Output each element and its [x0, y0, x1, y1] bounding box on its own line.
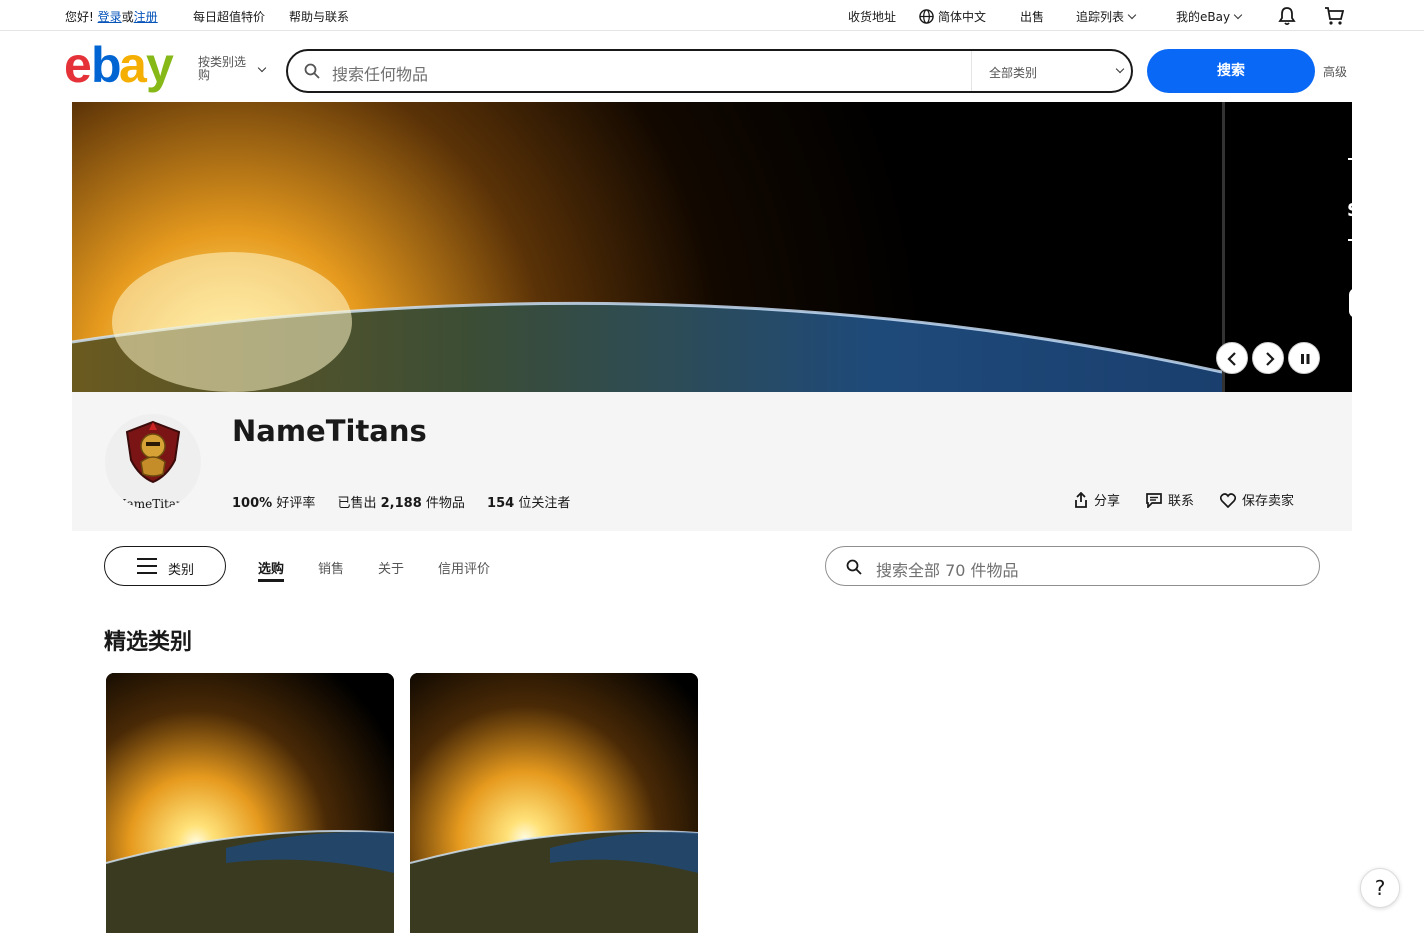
- feedback-label: 好评率: [276, 496, 316, 511]
- sell-link[interactable]: 出售: [1020, 8, 1044, 25]
- store-search-input[interactable]: 搜索全部 70 件物品: [876, 557, 1019, 581]
- svg-text:y: y: [146, 42, 174, 93]
- daily-deals-link[interactable]: 每日超值特价: [193, 8, 265, 25]
- ship-to-link[interactable]: 收货地址: [848, 8, 896, 25]
- carousel-pause-button[interactable]: [1288, 342, 1320, 374]
- category-select[interactable]: 全部类别: [971, 51, 1131, 91]
- share-label: 分享: [1094, 494, 1121, 509]
- menu-icon: [137, 558, 157, 574]
- shop-by-category-button[interactable]: 按类别选购: [198, 56, 254, 82]
- featured-category-card[interactable]: [106, 673, 394, 933]
- slide-letter: S: [1347, 200, 1352, 221]
- message-icon: [1146, 493, 1162, 510]
- followers-value: 154: [487, 496, 515, 511]
- store-info-panel: NameTitans NameTitans 100% 好评率 已售出 2,188…: [72, 392, 1352, 531]
- contact-label: 联系: [1168, 494, 1195, 509]
- svg-text:a: a: [119, 42, 148, 93]
- category-select-label: 全部类别: [989, 66, 1038, 80]
- store-avatar: NameTitans: [105, 414, 201, 510]
- svg-text:e: e: [64, 42, 91, 93]
- carousel-prev-button[interactable]: [1216, 342, 1248, 374]
- chevron-down-icon: [1233, 10, 1243, 20]
- main-search-bar[interactable]: 搜索任何物品 全部类别: [286, 49, 1133, 93]
- feedback-value: 100%: [232, 496, 273, 511]
- featured-category-card[interactable]: [410, 673, 698, 933]
- slide-bar: [1348, 158, 1352, 160]
- cart-icon[interactable]: [1324, 6, 1344, 26]
- pause-icon: [1301, 354, 1310, 364]
- language-selector[interactable]: 简体中文: [919, 8, 986, 25]
- followers-label: 位关注者: [518, 496, 571, 511]
- top-utility-bar: 您好! 登录或注册 每日超值特价 帮助与联系 收货地址 简体中文 出售 追踪列表…: [0, 0, 1424, 31]
- store-banner-carousel: S: [72, 102, 1352, 392]
- sold-value: 2,188: [380, 496, 422, 511]
- language-label: 简体中文: [938, 10, 987, 24]
- avatar-store-name: NameTitans: [116, 497, 190, 510]
- greeting: 您好! 登录或注册: [65, 8, 158, 25]
- search-button[interactable]: 搜索: [1147, 49, 1315, 93]
- category-image: [410, 673, 698, 933]
- register-link[interactable]: 注册: [134, 10, 158, 24]
- store-stats: 100% 好评率 已售出 2,188 件物品 154 位关注者: [232, 492, 588, 511]
- sold-suffix: 件物品: [425, 496, 465, 511]
- help-contact-link[interactable]: 帮助与联系: [289, 8, 349, 25]
- carousel-next-button[interactable]: [1252, 342, 1284, 374]
- store-search-bar[interactable]: 搜索全部 70 件物品: [825, 546, 1320, 586]
- earth-sunrise-image: [72, 102, 1222, 392]
- svg-text:b: b: [91, 42, 120, 93]
- chevron-down-icon: [1115, 64, 1125, 74]
- tab-sale[interactable]: 销售: [318, 558, 344, 577]
- featured-categories-title: 精选类别: [104, 630, 193, 655]
- greeting-text: 您好!: [65, 10, 94, 24]
- tab-shop[interactable]: 选购: [258, 558, 285, 582]
- chevron-right-icon: [1266, 352, 1275, 366]
- sold-prefix: 已售出: [337, 496, 377, 511]
- slide-button-partial: [1349, 288, 1352, 318]
- search-icon: [304, 63, 320, 79]
- watchlist-label: 追踪列表: [1076, 10, 1125, 24]
- category-image: [106, 673, 394, 933]
- tab-feedback[interactable]: 信用评价: [438, 558, 490, 577]
- signin-link[interactable]: 登录: [98, 10, 122, 24]
- ebay-logo[interactable]: e b a y: [64, 42, 184, 94]
- knight-shield-logo: [125, 420, 181, 484]
- chevron-down-icon: [1127, 10, 1137, 20]
- share-button[interactable]: 分享: [1074, 490, 1120, 509]
- slide-bar: [1348, 239, 1352, 241]
- feedback-stat[interactable]: 100% 好评率: [232, 496, 315, 511]
- watchlist-menu[interactable]: 追踪列表: [1076, 8, 1137, 25]
- chevron-left-icon: [1227, 352, 1236, 366]
- save-seller-label: 保存卖家: [1242, 494, 1295, 509]
- categories-button[interactable]: 类别: [104, 546, 226, 586]
- chevron-down-icon: [257, 63, 267, 73]
- bell-icon[interactable]: [1278, 6, 1296, 26]
- my-ebay-menu[interactable]: 我的eBay: [1176, 8, 1243, 25]
- items-sold-stat: 已售出 2,188 件物品: [337, 496, 464, 511]
- search-input[interactable]: 搜索任何物品: [332, 61, 428, 85]
- or-text: 或: [121, 10, 134, 24]
- followers-stat[interactable]: 154 位关注者: [487, 496, 570, 511]
- search-icon: [846, 559, 862, 575]
- heart-icon: [1219, 493, 1237, 509]
- save-seller-button[interactable]: 保存卖家: [1219, 490, 1295, 509]
- categories-label: 类别: [168, 563, 195, 578]
- contact-button[interactable]: 联系: [1146, 490, 1195, 510]
- my-ebay-label: 我的eBay: [1176, 10, 1231, 24]
- advanced-search-link[interactable]: 高级: [1323, 63, 1347, 80]
- share-icon: [1075, 491, 1087, 508]
- globe-icon: [919, 9, 934, 24]
- tab-about[interactable]: 关于: [378, 558, 404, 577]
- store-name: NameTitans: [232, 414, 427, 448]
- help-button[interactable]: ?: [1360, 868, 1400, 908]
